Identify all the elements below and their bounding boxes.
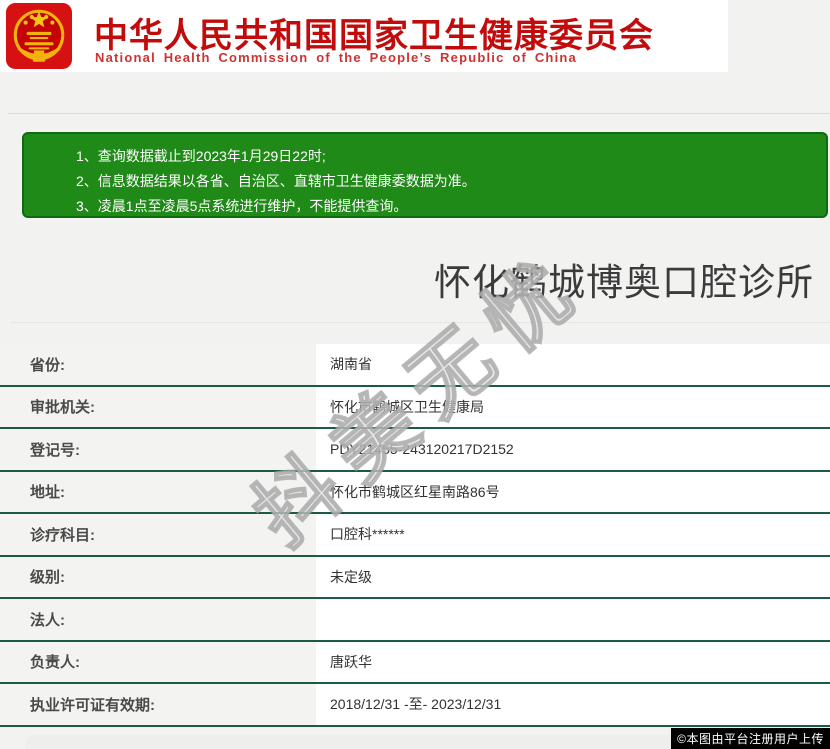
title-divider (10, 322, 830, 323)
field-value: PDY21455-243120217D2152 (316, 429, 830, 470)
field-label: 法人: (0, 599, 316, 640)
table-row-address: 地址: 怀化市鹤城区红星南路86号 (0, 471, 830, 514)
field-label: 地址: (0, 471, 316, 512)
table-row-province: 省份: 湖南省 (0, 344, 830, 387)
notice-box: 1、查询数据截止到2023年1月29日22时; 2、信息数据结果以各省、自治区、… (22, 132, 828, 218)
table-row-legal-person: 法人: (0, 599, 830, 642)
site-header: 中华人民共和国国家卫生健康委员会 National Health Commiss… (0, 0, 728, 72)
field-value: 口腔科****** (316, 514, 830, 555)
notice-line-1: 1、查询数据截止到2023年1月29日22时; (76, 148, 326, 164)
field-value: 2018/12/31 -至- 2023/12/31 (316, 684, 830, 725)
institution-name: 怀化鹤城博奥口腔诊所 (434, 262, 814, 303)
field-value: 湖南省 (316, 344, 830, 385)
table-row-registration-number: 登记号: PDY21455-243120217D2152 (0, 429, 830, 472)
field-label: 诊疗科目: (0, 514, 316, 555)
header-divider (8, 113, 830, 114)
field-value (316, 599, 830, 640)
table-row-approval-authority: 审批机关: 怀化市鹤城区卫生健康局 (0, 386, 830, 429)
notice-line-3: 3、凌晨1点至凌晨5点系统进行维护，不能提供查询。 (76, 198, 408, 214)
field-label: 登记号: (0, 429, 316, 470)
field-label: 负责人: (0, 641, 316, 682)
table-row-license-validity: 执业许可证有效期: 2018/12/31 -至- 2023/12/31 (0, 684, 830, 727)
table-row-treatment-subjects: 诊疗科目: 口腔科****** (0, 514, 830, 557)
field-label: 级别: (0, 556, 316, 597)
field-value: 唐跃华 (316, 641, 830, 682)
field-value: 怀化市鹤城区卫生健康局 (316, 386, 830, 427)
field-label: 审批机关: (0, 386, 316, 427)
field-label: 省份: (0, 344, 316, 385)
result-table: 省份: 湖南省 审批机关: 怀化市鹤城区卫生健康局 登记号: PDY21455-… (0, 344, 830, 727)
china-national-emblem-icon (6, 3, 72, 69)
table-row-person-in-charge: 负责人: 唐跃华 (0, 641, 830, 684)
site-title-english: National Health Commission of the People… (95, 50, 577, 65)
table-row-level: 级别: 未定级 (0, 556, 830, 599)
field-value: 未定级 (316, 556, 830, 597)
field-value: 怀化市鹤城区红星南路86号 (316, 471, 830, 512)
copyright-badge: ©本图由平台注册用户上传 (671, 728, 830, 749)
query-result-page: 中华人民共和国国家卫生健康委员会 National Health Commiss… (0, 0, 830, 749)
notice-line-2: 2、信息数据结果以各省、自治区、直辖市卫生健康委数据为准。 (76, 173, 476, 189)
field-label: 执业许可证有效期: (0, 684, 316, 725)
